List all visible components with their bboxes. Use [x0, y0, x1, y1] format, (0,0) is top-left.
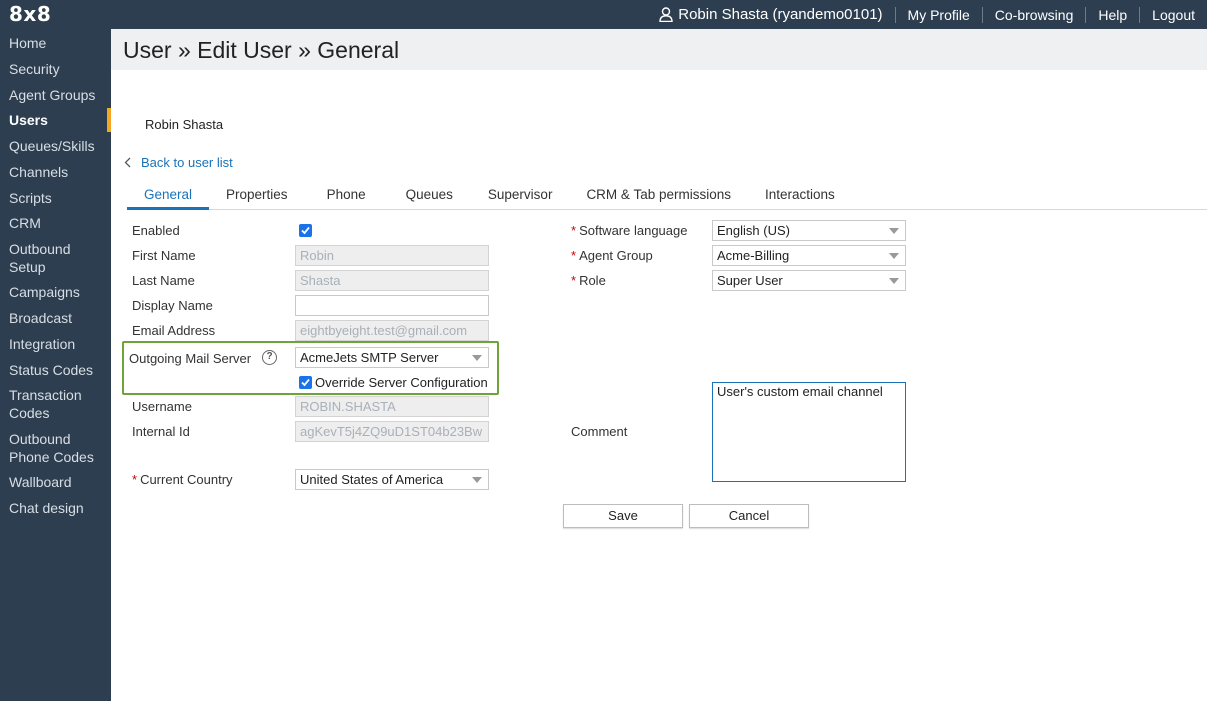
required-marker: *	[571, 248, 577, 263]
sidebar-item-wallboard[interactable]: Wallboard	[0, 473, 78, 491]
sidebar-item-home[interactable]: Home	[0, 34, 52, 52]
current-user[interactable]: Robin Shasta (ryandemo0101)	[647, 6, 894, 23]
tab-general[interactable]: General	[127, 186, 210, 210]
agent-group-value: Acme-Billing	[717, 248, 790, 263]
email-address-field: eightbyeight.test@gmail.com	[295, 320, 489, 341]
sidebar: Home Security Agent Groups Users Queues/…	[0, 29, 111, 701]
username-field: ROBIN.SHASTA	[295, 396, 489, 417]
dropdown-caret-icon	[472, 477, 482, 483]
current-country-label: * Current Country	[132, 472, 233, 487]
check-icon	[301, 378, 310, 387]
sidebar-item-channels[interactable]: Channels	[0, 163, 74, 181]
last-name-label: Last Name	[132, 273, 195, 288]
sidebar-item-broadcast[interactable]: Broadcast	[0, 309, 78, 327]
comment-textarea[interactable]: User's custom email channel	[712, 382, 906, 482]
back-to-user-list-link[interactable]: Back to user list	[124, 155, 233, 170]
save-button[interactable]: Save	[563, 504, 683, 528]
sidebar-item-transaction-codes[interactable]: Transaction Codes	[0, 386, 100, 422]
current-country-value: United States of America	[300, 472, 444, 487]
cancel-button[interactable]: Cancel	[689, 504, 809, 528]
last-name-field: Shasta	[295, 270, 489, 291]
logo: 8x8	[9, 2, 52, 26]
sidebar-item-campaigns[interactable]: Campaigns	[0, 283, 86, 301]
user-name-heading: Robin Shasta	[145, 117, 224, 132]
sidebar-item-status-codes[interactable]: Status Codes	[0, 361, 99, 379]
sidebar-item-users[interactable]: Users	[0, 108, 111, 132]
page-title: User » Edit User » General	[123, 37, 400, 63]
required-marker: *	[571, 223, 577, 238]
tab-interactions[interactable]: Interactions	[748, 186, 852, 210]
agent-group-select[interactable]: Acme-Billing	[712, 245, 906, 266]
sidebar-item-outbound-setup[interactable]: Outbound Setup	[0, 240, 100, 276]
logout-link[interactable]: Logout	[1139, 6, 1207, 23]
check-icon	[301, 226, 310, 235]
help-icon[interactable]: ?	[262, 350, 277, 365]
first-name-label: First Name	[132, 248, 196, 263]
sidebar-item-outbound-phone-codes[interactable]: Outbound Phone Codes	[0, 430, 100, 466]
role-value: Super User	[717, 273, 783, 288]
tab-phone[interactable]: Phone	[305, 186, 388, 210]
top-bar: 8x8 Robin Shasta (ryandemo0101) My Profi…	[0, 0, 1207, 29]
email-address-label: Email Address	[132, 323, 216, 338]
outgoing-mail-server-value: AcmeJets SMTP Server	[300, 350, 439, 365]
my-profile-link[interactable]: My Profile	[894, 6, 982, 23]
dropdown-caret-icon	[889, 228, 899, 234]
software-language-label: * Software language	[571, 223, 687, 238]
sidebar-item-agent-groups[interactable]: Agent Groups	[0, 86, 101, 104]
software-language-select[interactable]: English (US)	[712, 220, 906, 241]
role-select[interactable]: Super User	[712, 270, 906, 291]
software-language-value: English (US)	[717, 223, 790, 238]
required-marker: *	[132, 472, 138, 487]
override-config-label: Override Server Configuration	[315, 375, 488, 390]
dropdown-caret-icon	[889, 253, 899, 259]
agent-group-label-text: Agent Group	[579, 248, 653, 263]
sidebar-item-scripts[interactable]: Scripts	[0, 189, 58, 207]
outgoing-mail-server-label: Outgoing Mail Server	[129, 351, 252, 366]
tab-bar: General Properties Phone Queues Supervis…	[127, 186, 852, 210]
agent-group-label: * Agent Group	[571, 248, 653, 263]
enabled-checkbox[interactable]	[299, 224, 312, 237]
outgoing-mail-server-select[interactable]: AcmeJets SMTP Server	[295, 347, 489, 368]
display-name-label: Display Name	[132, 298, 213, 313]
enabled-label: Enabled	[132, 223, 180, 238]
sidebar-item-queues-skills[interactable]: Queues/Skills	[0, 137, 101, 155]
software-language-label-text: Software language	[579, 223, 688, 238]
sidebar-item-crm[interactable]: CRM	[0, 214, 47, 232]
user-icon	[659, 7, 673, 22]
internal-id-field: agKevT5j4ZQ9uD1ST04b23Bw	[295, 421, 489, 442]
sidebar-item-security[interactable]: Security	[0, 60, 66, 78]
current-country-select[interactable]: United States of America	[295, 469, 489, 490]
role-label: * Role	[571, 273, 606, 288]
username-label: Username	[132, 399, 192, 414]
required-marker: *	[571, 273, 577, 288]
sidebar-item-chat-design[interactable]: Chat design	[0, 499, 90, 517]
override-config-checkbox[interactable]	[299, 376, 312, 389]
tab-supervisor[interactable]: Supervisor	[471, 186, 570, 210]
back-link-label: Back to user list	[141, 155, 233, 170]
current-user-label: Robin Shasta (ryandemo0101)	[678, 6, 883, 23]
role-label-text: Role	[579, 273, 606, 288]
page-header: User » Edit User » General	[111, 29, 1207, 70]
chevron-left-icon	[124, 157, 131, 168]
first-name-field: Robin	[295, 245, 489, 266]
current-country-label-text: Current Country	[140, 472, 233, 487]
tab-queues[interactable]: Queues	[388, 186, 471, 210]
sidebar-item-integration[interactable]: Integration	[0, 335, 81, 353]
display-name-field[interactable]	[295, 295, 489, 316]
help-link[interactable]: Help	[1085, 6, 1139, 23]
top-nav: Robin Shasta (ryandemo0101) My Profile C…	[647, 0, 1207, 29]
dropdown-caret-icon	[889, 278, 899, 284]
comment-label: Comment	[571, 424, 628, 439]
tab-crm-tab-permissions[interactable]: CRM & Tab permissions	[569, 186, 748, 210]
dropdown-caret-icon	[472, 355, 482, 361]
tab-properties[interactable]: Properties	[209, 186, 305, 210]
internal-id-label: Internal Id	[132, 424, 190, 439]
co-browsing-link[interactable]: Co-browsing	[981, 6, 1086, 23]
